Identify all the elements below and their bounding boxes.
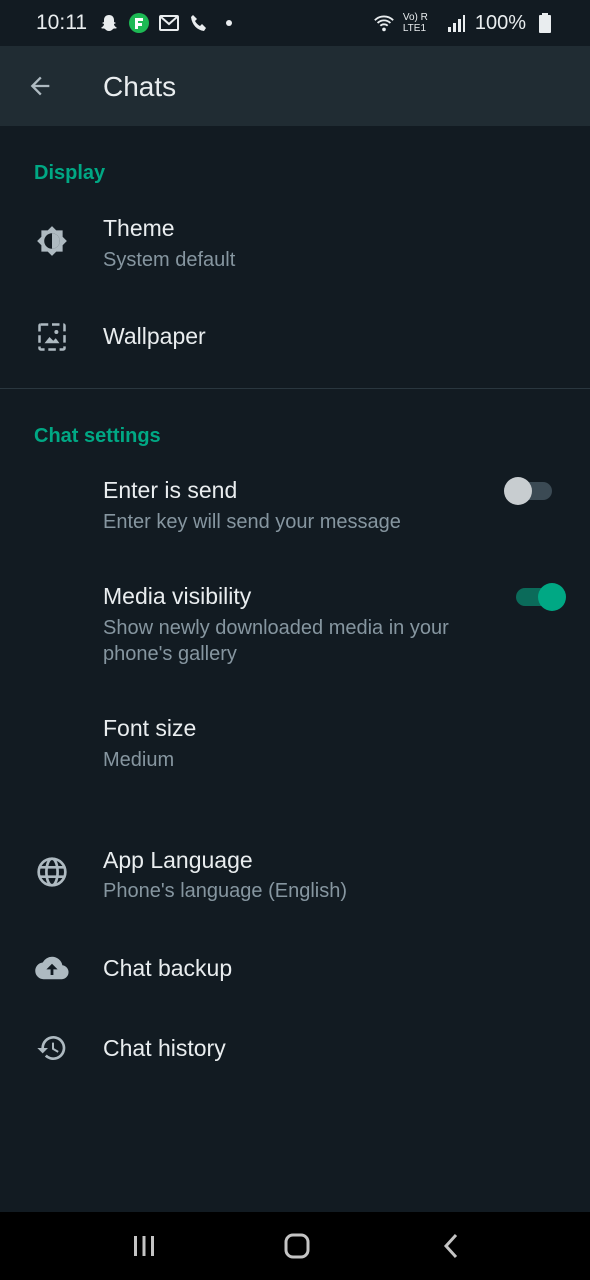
media-visibility-setting[interactable]: Media visibility Show newly downloaded m… [0,568,590,680]
chat-backup-setting[interactable]: Chat backup [0,930,590,1006]
status-time: 10:11 [36,11,87,34]
network-label: Vo) R LTE1 [402,12,428,34]
app-language-subtitle: Phone's language (English) [103,880,347,902]
status-bar: 10:11 Vo) R LTE1 100% [0,0,590,46]
notification-icons [98,10,240,36]
font-size-setting[interactable]: Font size Medium [0,700,590,788]
system-nav-bar [0,1212,590,1280]
chat-history-title: Chat history [103,1035,226,1061]
mail-icon [158,12,180,34]
recent-apps-icon [134,1236,154,1256]
back-button[interactable] [22,68,58,104]
theme-title: Theme [103,215,175,241]
recent-apps-button[interactable] [124,1226,164,1266]
enter-is-send-title: Enter is send [103,477,238,503]
chat-history-setting[interactable]: Chat history [0,1010,590,1086]
section-divider [0,388,590,389]
wallpaper-setting[interactable]: Wallpaper [0,298,590,378]
chat-backup-title: Chat backup [103,955,233,981]
wallpaper-title: Wallpaper [103,323,206,349]
wallpaper-icon [30,315,74,359]
status-right: Vo) R LTE1 100% [373,10,556,36]
toggle-thumb [538,583,566,611]
dot-icon [218,12,240,34]
battery-icon [534,12,556,34]
phone-call-icon [188,12,210,34]
snapchat-icon [98,12,120,34]
brightness-icon [30,219,74,263]
signal-icon [445,12,467,34]
chevron-left-icon [443,1233,458,1259]
cloud-upload-icon [30,946,74,990]
app-language-title: App Language [103,847,253,873]
back-nav-button[interactable] [431,1226,471,1266]
page-title: Chats [103,71,177,102]
theme-setting[interactable]: Theme System default [0,200,590,288]
arrow-back-icon [30,76,50,96]
enter-is-send-setting[interactable]: Enter is send Enter key will send your m… [0,463,590,553]
wifi-icon [373,12,395,34]
app-bar: Chats [0,46,590,126]
app-language-setting[interactable]: App Language Phone's language (English) [0,832,590,920]
font-size-subtitle: Medium [103,749,175,771]
history-icon [30,1026,74,1070]
media-visibility-toggle[interactable] [516,582,566,612]
theme-subtitle: System default [103,249,236,271]
home-button[interactable] [277,1226,317,1266]
toggle-thumb [504,477,532,505]
section-header-display: Display [34,162,106,184]
battery-percent: 100% [474,11,526,34]
home-icon [284,1233,310,1259]
payment-app-icon [128,12,150,34]
media-visibility-subtitle: Show newly downloaded media in your phon… [103,617,449,665]
font-size-title: Font size [103,715,197,741]
globe-icon [30,850,74,894]
enter-is-send-subtitle: Enter key will send your message [103,511,401,533]
section-header-chat-settings: Chat settings [34,425,161,447]
media-visibility-title: Media visibility [103,583,252,609]
enter-is-send-toggle[interactable] [504,476,556,506]
